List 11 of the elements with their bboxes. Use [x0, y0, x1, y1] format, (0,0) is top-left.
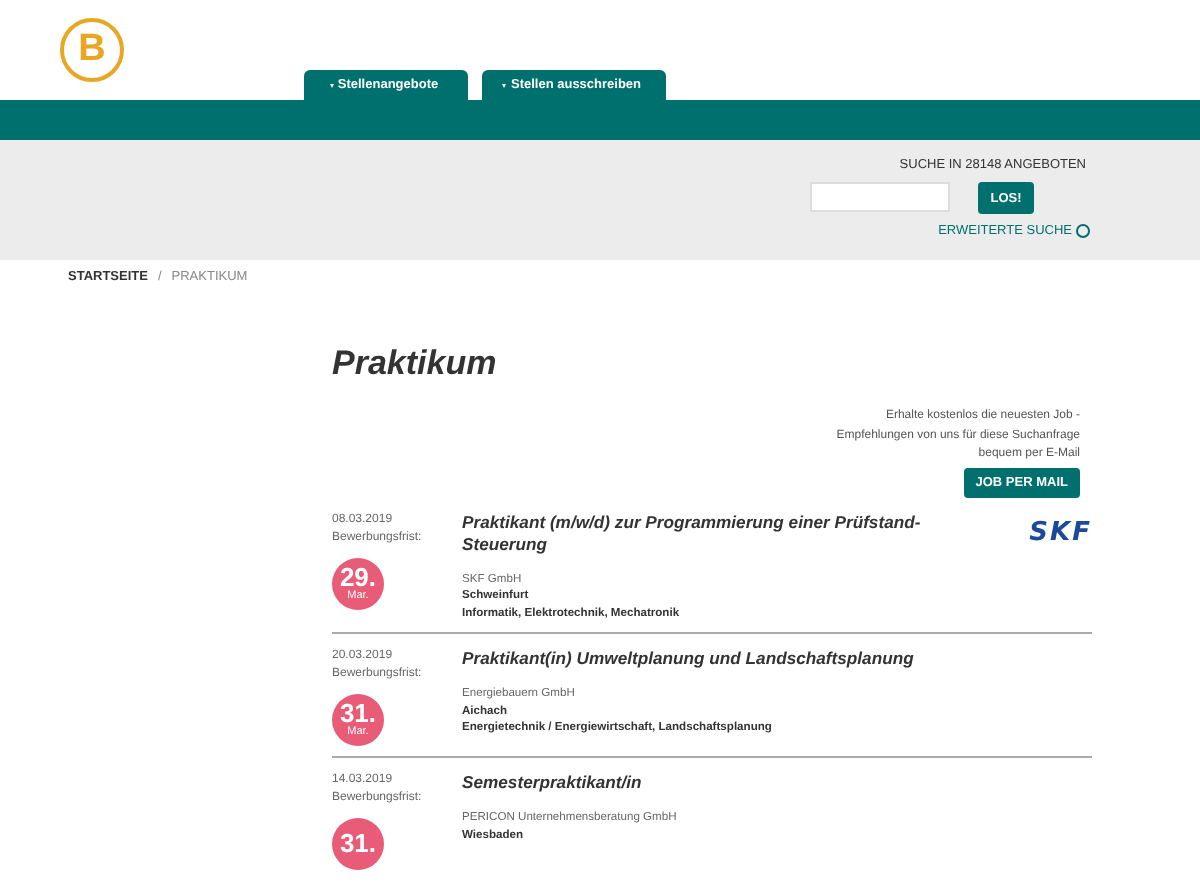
- deadline-day: 31.: [339, 702, 377, 726]
- deadline-day: 31.: [339, 832, 377, 856]
- company-logo: SKF: [1029, 517, 1092, 547]
- caret-icon: [502, 83, 507, 87]
- deadline-day: 29.: [339, 565, 377, 589]
- page-title: Praktikum: [332, 344, 499, 384]
- search-field[interactable]: [810, 182, 950, 212]
- caret-icon: [329, 83, 334, 87]
- job-title-link[interactable]: Praktikant (m/w/d) zur Programmierung einer Prüfstand-Steuerung: [462, 511, 972, 555]
- job-title-link[interactable]: Semesterpraktikant/in: [462, 772, 972, 794]
- job-title-link[interactable]: Praktikant(in) Umweltplanung und Landschaftsplanung: [462, 648, 972, 670]
